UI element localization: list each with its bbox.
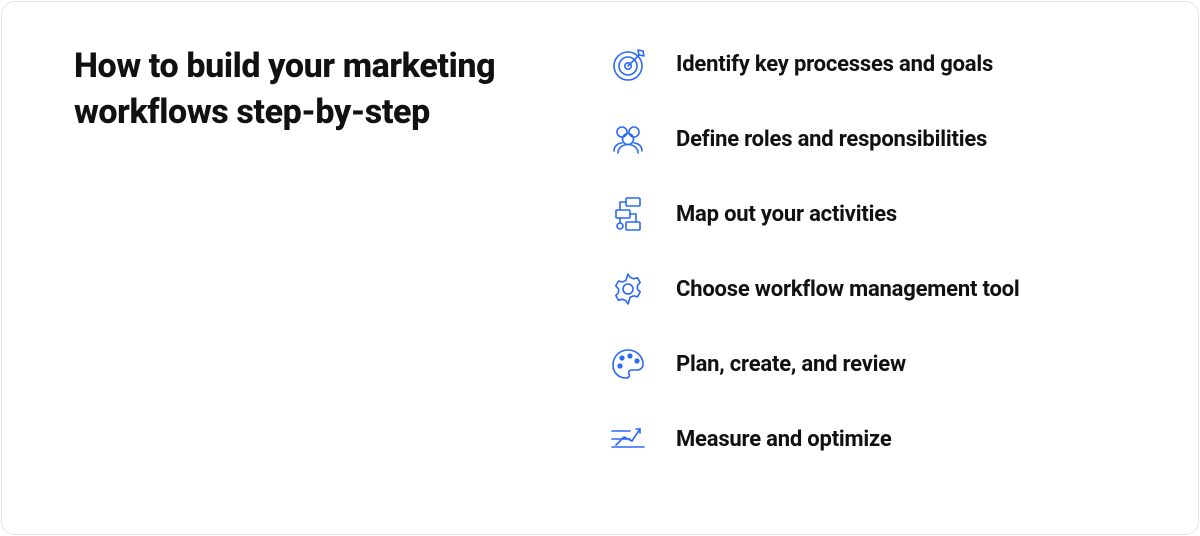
info-card: How to build your marketing workflows st…	[1, 1, 1199, 535]
gear-icon	[608, 269, 648, 309]
steps-list: Identify key processes and goals Define …	[568, 44, 1134, 492]
step-label: Measure and optimize	[676, 427, 892, 452]
list-item: Choose workflow management tool	[608, 269, 1134, 309]
target-icon	[608, 44, 648, 84]
list-item: Define roles and responsibilities	[608, 119, 1134, 159]
step-label: Plan, create, and review	[676, 352, 906, 377]
step-label: Identify key processes and goals	[676, 52, 993, 77]
left-column: How to build your marketing workflows st…	[74, 44, 544, 492]
step-label: Define roles and responsibilities	[676, 127, 987, 152]
palette-icon	[608, 344, 648, 384]
list-item: Map out your activities	[608, 194, 1134, 234]
chart-icon	[608, 419, 648, 459]
list-item: Measure and optimize	[608, 419, 1134, 459]
step-label: Choose workflow management tool	[676, 277, 1020, 302]
flow-icon	[608, 194, 648, 234]
step-label: Map out your activities	[676, 202, 897, 227]
people-icon	[608, 119, 648, 159]
list-item: Plan, create, and review	[608, 344, 1134, 384]
list-item: Identify key processes and goals	[608, 44, 1134, 84]
page-title: How to build your marketing workflows st…	[74, 44, 544, 136]
